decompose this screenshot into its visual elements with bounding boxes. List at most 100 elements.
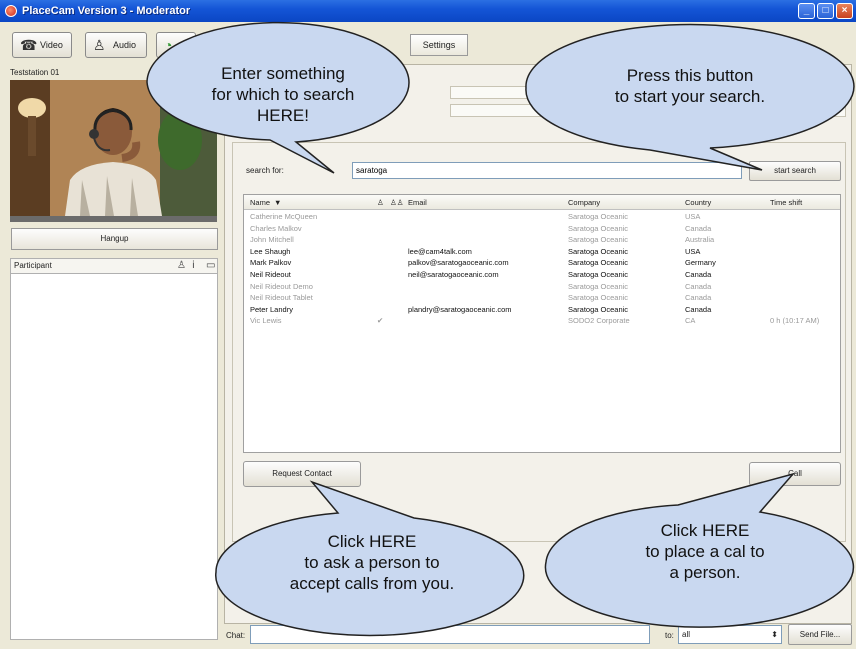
- header-country[interactable]: Country: [685, 198, 711, 207]
- cell-company: Saratoga Oceanic: [568, 212, 629, 221]
- call-button[interactable]: Call: [749, 462, 841, 486]
- audio-button[interactable]: ♙ Audio: [85, 32, 147, 58]
- table-row[interactable]: Vic Lewis ✔ SODO2 Corporate CA 0 h (10:17 AM…: [244, 316, 840, 327]
- cell-name: John Mitchell: [250, 235, 294, 245]
- recipient-value: all: [682, 630, 691, 639]
- group-icon: ♙♙: [390, 198, 404, 207]
- participant-list[interactable]: [10, 274, 218, 640]
- person-icon: ♙: [93, 37, 106, 53]
- cell-name: Catherine McQueen: [250, 212, 318, 221]
- cell-check: ✔: [377, 316, 384, 326]
- cell-email: plandry@saratogaoceanic.com: [408, 304, 512, 314]
- table-row[interactable]: Charles Malkov Saratoga Oceanic Canada: [244, 224, 840, 235]
- callout-line: Press this button: [626, 66, 754, 85]
- cell-country: CA: [685, 316, 696, 326]
- results-table[interactable]: Name ▼ ♙ ♙♙ Email Company Country Time s…: [243, 194, 841, 453]
- cell-name: Mark Palkov: [250, 258, 292, 268]
- cell-country: Canada: [685, 281, 712, 291]
- send-file-button[interactable]: Send File...: [788, 624, 852, 645]
- search-callout-text: Enter something for which to search HERE…: [178, 63, 388, 126]
- participant-header: Participant ♙ ⅰ ▭: [10, 258, 218, 274]
- cell-company: Saratoga Oceanic: [568, 246, 629, 256]
- search-input[interactable]: [352, 162, 742, 179]
- cell-company: Saratoga Oceanic: [568, 281, 629, 291]
- header-timeshift[interactable]: Time shift: [770, 198, 802, 207]
- cell-name: Charles Malkov: [250, 223, 302, 233]
- info-icon[interactable]: ⅰ: [192, 259, 195, 273]
- cell-email: palkov@saratogaoceanic.com: [408, 258, 509, 268]
- request-contact-button[interactable]: Request Contact: [243, 461, 361, 487]
- callout-line: Click HERE: [660, 521, 750, 540]
- header-email[interactable]: Email: [408, 198, 427, 207]
- table-row[interactable]: Mark Palkov palkov@saratogaoceanic.com Sar…: [244, 258, 840, 269]
- table-header: Name ▼ ♙ ♙♙ Email Company Country Time s…: [244, 195, 840, 210]
- maximize-icon[interactable]: □: [817, 3, 834, 19]
- search-label: search for:: [246, 166, 284, 175]
- cell-name: Vic Lewis: [250, 316, 282, 326]
- table-row[interactable]: Neil Rideout Tablet Saratoga Oceanic Canad…: [244, 293, 840, 304]
- app-icon: [5, 5, 17, 17]
- video-divider: [10, 216, 217, 222]
- cell-name: Lee Shaugh: [250, 246, 291, 256]
- station-label: Teststation 01: [10, 68, 60, 77]
- start-callout-text: Press this button to start your search.: [580, 65, 800, 107]
- cell-email: lee@cam4talk.com: [408, 246, 472, 256]
- close-icon[interactable]: ×: [836, 3, 853, 19]
- chevron-updown-icon: ⬍: [771, 630, 778, 639]
- participant-label: Participant: [14, 261, 52, 270]
- title-bar: PlaceCam Version 3 - Moderator _ □ ×: [0, 0, 856, 22]
- table-row[interactable]: John Mitchell Saratoga Oceanic Australia: [244, 235, 840, 246]
- window-title: PlaceCam Version 3 - Moderator: [22, 5, 191, 17]
- hangup-button[interactable]: Hangup: [11, 228, 218, 250]
- cell-country: Canada: [685, 293, 712, 303]
- cell-company: Saratoga Oceanic: [568, 270, 629, 279]
- minimize-icon[interactable]: _: [798, 3, 815, 19]
- callout-line: Enter something: [221, 64, 345, 83]
- table-row[interactable]: Peter Landry plandry@saratogaoceanic.com S…: [244, 305, 840, 316]
- table-row[interactable]: Neil Rideout Demo Saratoga Oceanic Canada: [244, 282, 840, 293]
- video-button[interactable]: ☎ Video: [12, 32, 72, 58]
- start-search-button[interactable]: start search: [749, 161, 841, 181]
- call-callout-text: Click HERE to place a cal to a person.: [595, 520, 815, 583]
- table-row[interactable]: Catherine McQueen Saratoga Oceanic USA: [244, 212, 840, 223]
- contacts-button[interactable]: ◔: [156, 32, 196, 58]
- video-label: Video: [40, 40, 63, 50]
- cell-company: Saratoga Oceanic: [568, 235, 629, 245]
- cell-company: Saratoga Oceanic: [568, 293, 629, 303]
- header-company[interactable]: Company: [568, 198, 600, 207]
- chat-input[interactable]: [250, 625, 650, 644]
- request-callout-text: Click HERE to ask a person to accept cal…: [262, 531, 482, 594]
- audio-label: Audio: [113, 40, 137, 50]
- callout-line: Click HERE: [327, 532, 417, 551]
- table-row[interactable]: Lee Shaugh lee@cam4talk.com Saratoga Ocean…: [244, 247, 840, 258]
- cell-country: USA: [685, 246, 701, 256]
- cell-timeshift: 0 h (10:17 AM): [770, 316, 820, 326]
- chevron-down-icon[interactable]: ▼: [274, 198, 281, 207]
- callout-line: HERE!: [257, 106, 309, 125]
- camera-icon: ☎: [20, 37, 38, 53]
- callout-line: to place a cal to: [645, 542, 765, 561]
- cell-name: Neil Rideout Demo: [250, 281, 313, 291]
- callout-line: accept calls from you.: [289, 574, 455, 593]
- table-row[interactable]: Neil Rideout neil@saratogaoceanic.com Sara…: [244, 270, 840, 281]
- callout-line: to ask a person to: [304, 553, 440, 572]
- cell-country: Australia: [685, 235, 715, 245]
- tab-settings[interactable]: Settings: [410, 34, 468, 56]
- left-panel: Teststation 01 Hangup Participant ♙ ⅰ ▭: [8, 64, 218, 640]
- header-name[interactable]: Name: [250, 198, 270, 207]
- cell-company: Saratoga Oceanic: [568, 258, 629, 268]
- recipient-select[interactable]: all ⬍: [678, 625, 782, 644]
- callout-line: for which to search: [211, 85, 355, 104]
- cell-country: Canada: [685, 223, 712, 233]
- contacts-icon: ◔: [164, 37, 173, 53]
- cell-company: Saratoga Oceanic: [568, 304, 629, 314]
- cell-country: Canada: [685, 304, 712, 314]
- cell-country: Canada: [685, 270, 712, 279]
- cell-email: neil@saratogaoceanic.com: [408, 270, 499, 279]
- cell-name: Peter Landry: [250, 304, 293, 314]
- to-label: to:: [665, 631, 674, 640]
- cell-country: Germany: [685, 258, 716, 268]
- person-icon[interactable]: ♙: [177, 259, 186, 273]
- folder-icon[interactable]: ▭: [206, 259, 215, 273]
- chat-label: Chat:: [226, 631, 246, 640]
